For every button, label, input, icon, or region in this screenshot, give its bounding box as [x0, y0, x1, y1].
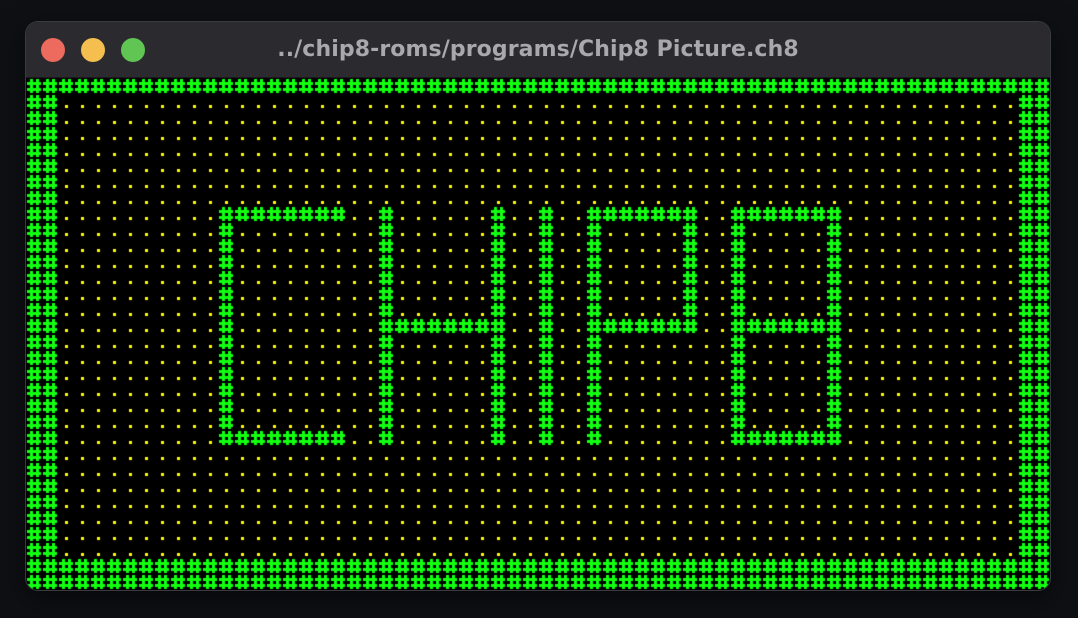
display-canvas [26, 78, 1050, 590]
title-bar[interactable]: ../chip8-roms/programs/Chip8 Picture.ch8 [26, 22, 1050, 78]
emulator-window: ../chip8-roms/programs/Chip8 Picture.ch8 [26, 22, 1050, 590]
window-title: ../chip8-roms/programs/Chip8 Picture.ch8 [277, 37, 799, 62]
chip8-display [26, 78, 1050, 590]
